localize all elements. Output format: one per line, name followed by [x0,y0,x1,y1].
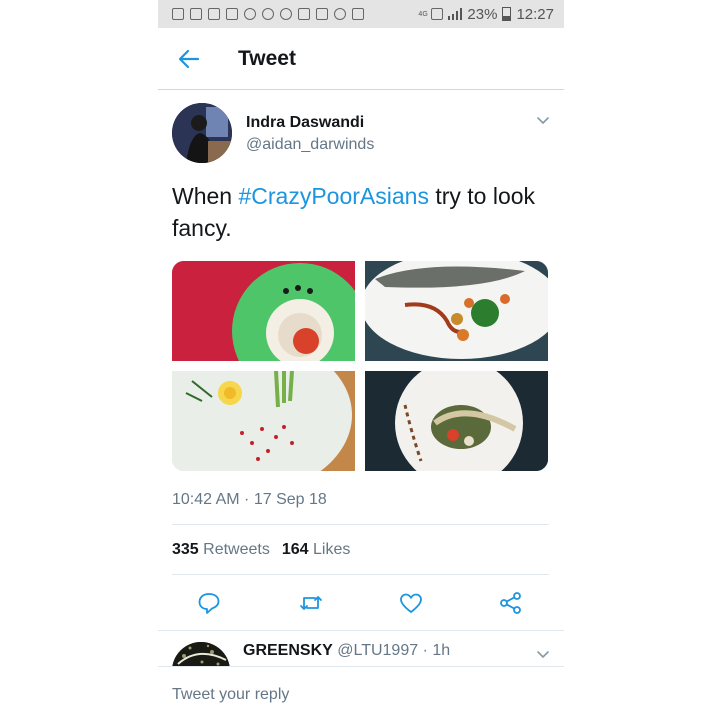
tweet-photo-4[interactable] [365,371,548,471]
tweet-timestamp[interactable]: 10:42 AM · 17 Sep 18 [172,491,327,509]
tweet-photo-3[interactable] [172,371,355,471]
avatar[interactable] [172,103,232,163]
reply-input[interactable] [172,681,542,709]
divider [172,524,549,525]
sim-icon [431,8,444,20]
tweet-stats: 335 Retweets 164 Likes [172,541,350,559]
like-button[interactable] [398,590,424,616]
clock: 12:27 [516,5,554,23]
notification-icon [226,8,238,20]
share-button[interactable] [498,590,524,616]
tweet-photo-1[interactable] [172,261,355,361]
notification-icon [190,8,202,20]
divider [158,630,564,631]
divider [172,574,549,575]
notification-icons [172,8,364,20]
tweet-text: When #CrazyPoorAsians try to look fancy. [172,180,552,244]
alarm-icon [334,8,346,20]
heart-icon [400,593,422,613]
reply-icon [198,593,220,614]
battery-icon [502,7,512,21]
retweet-button[interactable] [298,590,324,616]
share-icon [500,592,521,614]
tweet-text-start: When [172,183,239,209]
retweets-label: Retweets [203,541,270,558]
reply-author-handle-time: @LTU1997 · 1h [337,642,451,659]
status-bar: 4G 23% 12:27 [158,0,564,28]
arrow-left-icon [178,49,200,68]
likes-stat[interactable]: 164 Likes [282,541,351,558]
status-right: 4G 23% 12:27 [418,6,554,23]
author-handle[interactable]: @aidan_darwinds [246,136,374,154]
food-photo-1 [172,261,355,361]
notification-icon [208,8,220,20]
battery-percent: 23% [467,5,498,23]
likes-count: 164 [281,541,309,558]
reply-button[interactable] [196,590,222,616]
network-type: 4G [418,10,428,18]
notification-icon [262,8,274,20]
reply-composer [158,666,564,720]
tweet-photo-2[interactable] [365,261,548,361]
chevron-down-icon [537,117,549,125]
chevron-down-icon [537,651,549,659]
notification-icon [298,8,310,20]
signal-icon [448,8,463,20]
likes-label: Likes [313,541,351,558]
retweet-icon [300,596,322,610]
retweets-stat[interactable]: 335 Retweets [172,541,270,558]
hashtag-link[interactable]: #CrazyPoorAsians [238,183,428,209]
reply-author-name[interactable]: GREENSKY [243,642,333,659]
food-photo-3 [172,371,355,471]
notification-icon [244,8,256,20]
notification-icon [172,8,184,20]
retweets-count: 335 [172,541,199,558]
page-title: Tweet [238,46,296,70]
food-photo-4 [365,371,548,471]
tweet-menu-button[interactable] [536,113,550,127]
top-bar: Tweet [158,28,564,90]
notification-icon [316,8,328,20]
reply-header: GREENSKY @LTU1997 · 1h [243,642,450,660]
notification-icon [352,8,364,20]
author-name[interactable]: Indra Daswandi [246,114,364,132]
notification-icon [280,8,292,20]
back-button[interactable] [176,46,202,72]
twitter-app-screen: 4G 23% 12:27 Tweet Indra Daswandi @aidan… [158,0,564,720]
food-photo-2 [365,261,548,361]
reply-menu-button[interactable] [536,647,550,661]
avatar-photo [172,103,232,163]
